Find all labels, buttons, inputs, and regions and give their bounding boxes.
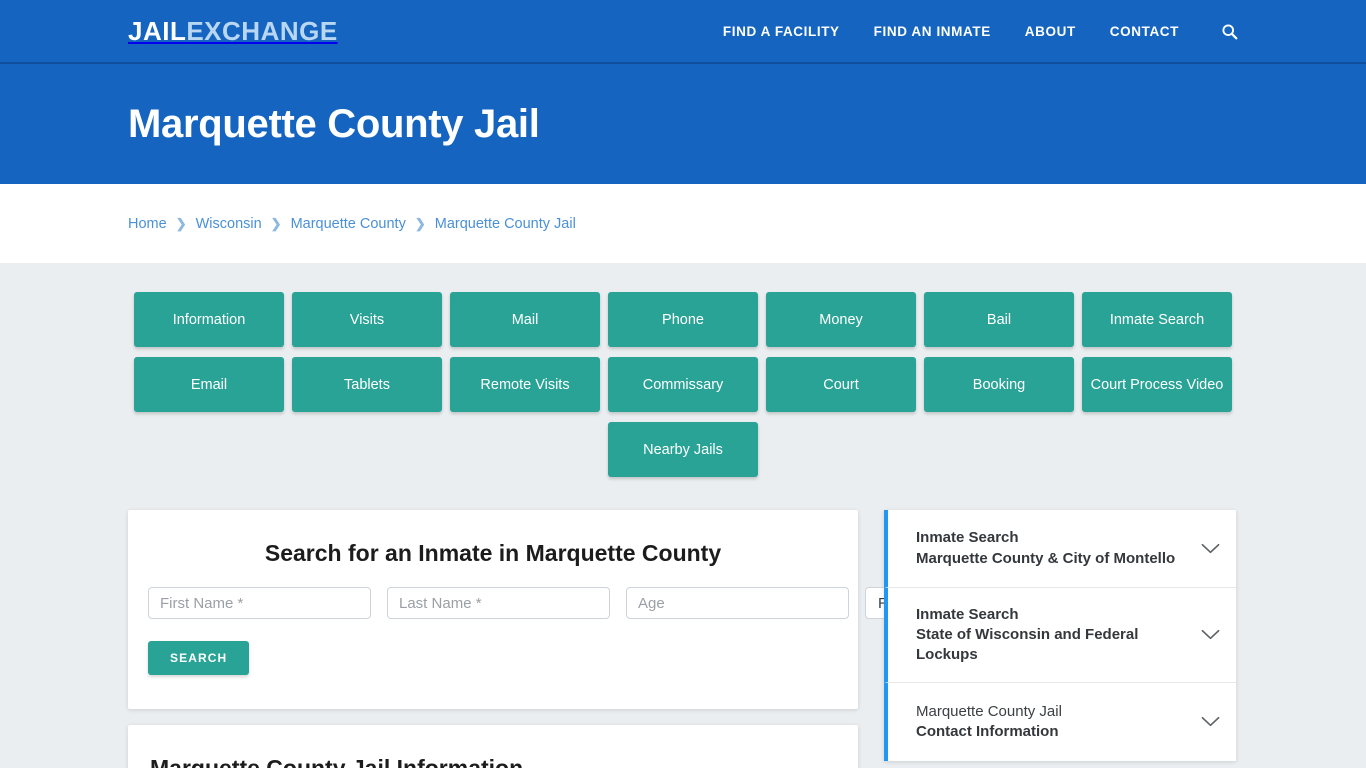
chevron-right-icon: ❯: [270, 215, 282, 231]
accordion-item-line2: Marquette County & City of Montello: [916, 549, 1176, 567]
site-logo[interactable]: JAILEXCHANGE: [128, 16, 338, 47]
accordion-item-inmate-search-state[interactable]: Inmate Search State of Wisconsin and Fed…: [884, 588, 1236, 684]
chevron-right-icon: ❯: [175, 215, 187, 231]
breadcrumb-item-marquette-county-jail[interactable]: Marquette County Jail: [435, 216, 576, 232]
accordion-item-text: Inmate Search State of Wisconsin and Fed…: [916, 605, 1189, 665]
accordion-item-line1: Inmate Search: [916, 529, 1019, 547]
accordion-item-contact-information[interactable]: Marquette County Jail Contact Informatio…: [884, 683, 1236, 762]
main-navigation: FIND A FACILITY FIND AN INMATE ABOUT CON…: [723, 23, 1238, 40]
accordion-item-line1: Inmate Search: [916, 606, 1019, 623]
quick-link-nearby-jails[interactable]: Nearby Jails: [608, 422, 758, 477]
quick-link-remote-visits[interactable]: Remote Visits: [450, 357, 600, 412]
accordion-item-text: Inmate Search Marquette County & City of…: [916, 528, 1189, 568]
search-button[interactable]: SEARCH: [148, 641, 250, 675]
quick-link-information[interactable]: Information: [134, 292, 284, 347]
breadcrumb-item-home[interactable]: Home: [128, 216, 167, 232]
nav-item-contact[interactable]: CONTACT: [1110, 24, 1179, 39]
quick-link-tablets[interactable]: Tablets: [292, 357, 442, 412]
first-name-input[interactable]: [148, 587, 371, 619]
breadcrumb: Home ❯ Wisconsin ❯ Marquette County ❯ Ma…: [128, 216, 576, 232]
chevron-down-icon[interactable]: [1201, 543, 1220, 555]
logo-text-jail: JAIL: [128, 15, 187, 46]
logo-text-exchange: EXCHANGE: [186, 15, 338, 46]
quick-links-row-last: Nearby Jails: [134, 422, 1232, 477]
accordion-item-line2: Contact Information: [916, 723, 1059, 741]
nav-item-about[interactable]: ABOUT: [1025, 24, 1076, 39]
page-title: Marquette County Jail: [128, 101, 540, 146]
inmate-search-card: Search for an Inmate in Marquette County…: [128, 510, 1025, 709]
accordion-item-line1: Marquette County Jail: [916, 703, 1062, 721]
breadcrumb-item-wisconsin[interactable]: Wisconsin: [196, 216, 262, 232]
right-column: Inmate Search Marquette County & City of…: [884, 510, 1236, 762]
inmate-search-heading: Search for an Inmate in Marquette County: [264, 540, 722, 566]
breadcrumb-bar: Home ❯ Wisconsin ❯ Marquette County ❯ Ma…: [0, 184, 1366, 263]
quick-links-section: Information Visits Mail Phone Money Bail…: [0, 263, 1366, 477]
quick-link-commissary[interactable]: Commissary: [608, 357, 758, 412]
chevron-down-icon[interactable]: [1201, 716, 1220, 728]
accordion-item-text: Marquette County Jail Contact Informatio…: [916, 702, 1189, 742]
nav-item-find-an-inmate[interactable]: FIND AN INMATE: [874, 24, 991, 39]
main-content: Search for an Inmate in Marquette County…: [128, 510, 1238, 768]
quick-link-mail[interactable]: Mail: [450, 292, 600, 347]
quick-link-visits[interactable]: Visits: [292, 292, 442, 347]
chevron-down-icon[interactable]: [1201, 629, 1220, 641]
nav-item-find-a-facility[interactable]: FIND A FACILITY: [723, 24, 840, 39]
chevron-right-icon: ❯: [414, 215, 426, 231]
quick-link-money[interactable]: Money: [766, 292, 916, 347]
last-name-input[interactable]: [387, 587, 610, 619]
left-column: Search for an Inmate in Marquette County…: [128, 510, 1025, 768]
inmate-search-form: Race: [148, 587, 1025, 619]
quick-link-booking[interactable]: Booking: [924, 357, 1074, 412]
jail-information-title: Marquette County Jail Information: [150, 755, 524, 768]
quick-link-bail[interactable]: Bail: [924, 292, 1074, 347]
search-icon[interactable]: [1221, 23, 1238, 40]
age-input[interactable]: [626, 587, 849, 619]
accordion-item-inmate-search-county[interactable]: Inmate Search Marquette County & City of…: [884, 510, 1236, 588]
quick-link-inmate-search[interactable]: Inmate Search: [1082, 292, 1232, 347]
quick-link-court[interactable]: Court: [766, 357, 916, 412]
breadcrumb-item-marquette-county[interactable]: Marquette County: [291, 216, 406, 232]
quick-link-phone[interactable]: Phone: [608, 292, 758, 347]
hero-banner: Marquette County Jail: [0, 64, 1366, 184]
sidebar-accordion: Inmate Search Marquette County & City of…: [884, 510, 1236, 762]
jail-information-card: Marquette County Jail Information: [128, 725, 858, 768]
accordion-item-line2: State of Wisconsin and Federal Lockups: [916, 626, 1139, 664]
quick-link-court-process-video[interactable]: Court Process Video: [1082, 357, 1232, 412]
quick-link-email[interactable]: Email: [134, 357, 284, 412]
quick-links-grid: Information Visits Mail Phone Money Bail…: [134, 263, 1232, 412]
site-header: JAILEXCHANGE FIND A FACILITY FIND AN INM…: [0, 0, 1366, 64]
